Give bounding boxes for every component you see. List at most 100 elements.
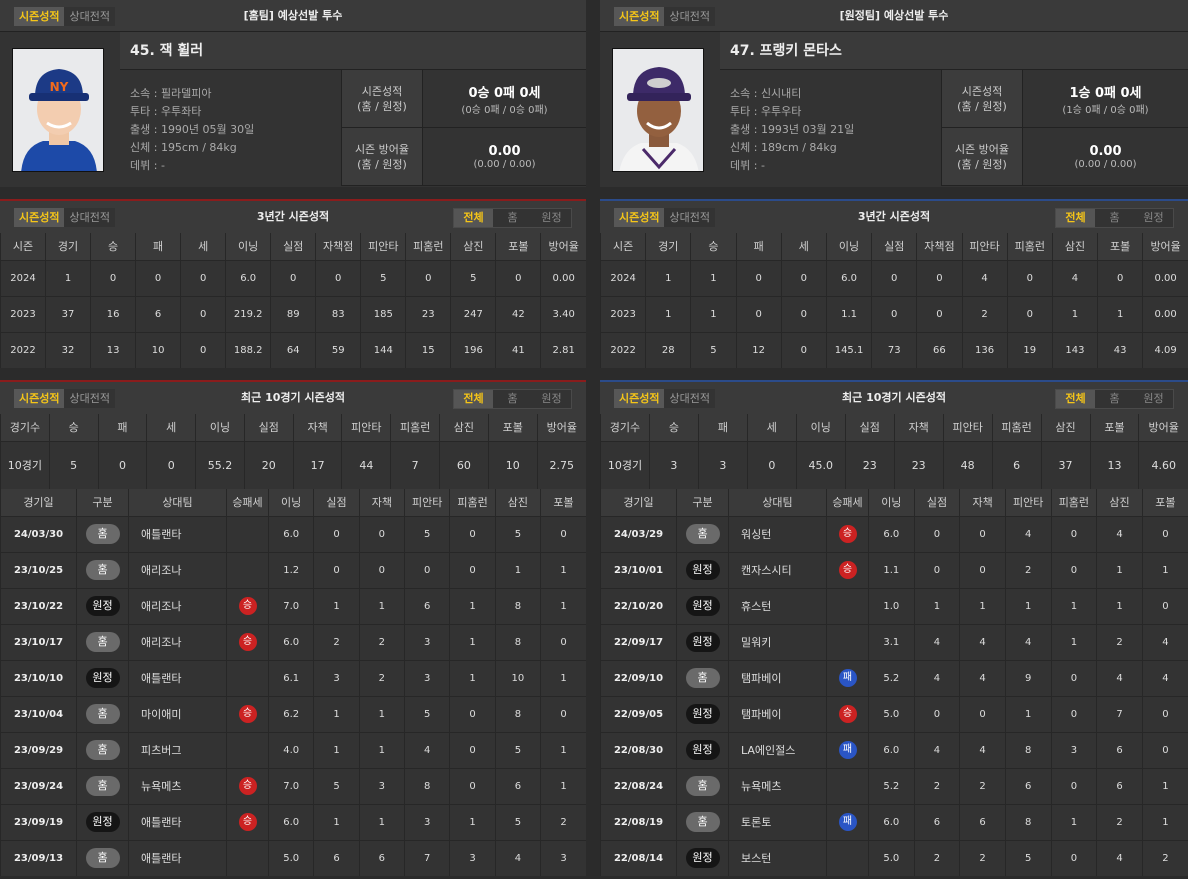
table-cell: 0	[780, 331, 827, 368]
tab-season-stats[interactable]: 시즌성적	[14, 389, 65, 408]
game-row[interactable]: 22/08/19 홈 토론토 패 6.0 6 6 8 1 2 1	[600, 803, 1188, 840]
tab-head-to-head[interactable]: 상대전적	[664, 208, 715, 227]
opponent-team[interactable]: LA에인절스	[728, 731, 827, 768]
opponent-team[interactable]: 애리조나	[128, 551, 227, 588]
stat-cell: 1	[313, 695, 360, 732]
opponent-team[interactable]: 마이애미	[128, 695, 227, 732]
game-row[interactable]: 23/10/25 홈 애리조나 1.2 0 0 0 0 1 1	[0, 551, 586, 588]
home-away-badge: 원정	[685, 848, 720, 869]
home-away-filter[interactable]: 전체 홈 원정	[453, 208, 572, 228]
opponent-team[interactable]: 보스턴	[728, 839, 827, 876]
stat-cell: 5.2	[868, 767, 915, 804]
game-row[interactable]: 23/09/13 홈 애틀랜타 5.0 6 6 7 3 4 3	[0, 839, 586, 876]
game-row[interactable]: 23/09/24 홈 뉴욕메츠 승 7.0 5 3 8 0 6 1	[0, 767, 586, 804]
game-type-cell: 홈	[76, 515, 129, 552]
stat-cell: 1	[540, 587, 586, 624]
game-row[interactable]: 22/08/30 원정 LA에인절스 패 6.0 4 4 8 3 6 0	[600, 731, 1188, 768]
tab-head-to-head[interactable]: 상대전적	[64, 389, 115, 408]
tab-head-to-head[interactable]: 상대전적	[64, 7, 115, 26]
opponent-team[interactable]: 애틀랜타	[128, 659, 227, 696]
tab-season-stats[interactable]: 시즌성적	[614, 389, 665, 408]
home-away-filter[interactable]: 전체 홈 원정	[1055, 389, 1174, 409]
game-row[interactable]: 22/08/24 홈 뉴욕메츠 5.2 2 2 6 0 6 1	[600, 767, 1188, 804]
home-away-filter[interactable]: 전체 홈 원정	[1055, 208, 1174, 228]
opponent-team[interactable]: 토론토	[728, 803, 827, 840]
stat-cell: 0	[1141, 587, 1188, 624]
tab-season-stats[interactable]: 시즌성적	[14, 7, 65, 26]
opponent-team[interactable]: 애리조나	[128, 587, 227, 624]
opponent-team[interactable]: 뉴욕메츠	[128, 767, 227, 804]
filter-option[interactable]: 원정	[1134, 390, 1173, 408]
stat-cell: 6.0	[868, 731, 915, 768]
tab-head-to-head[interactable]: 상대전적	[664, 7, 715, 26]
game-row[interactable]: 24/03/30 홈 애틀랜타 6.0 0 0 5 0 5 0	[0, 515, 586, 552]
column-header: 구분	[676, 489, 729, 516]
game-row[interactable]: 24/03/29 홈 워싱턴 승 6.0 0 0 4 0 4 0	[600, 515, 1188, 552]
decision-cell: 승	[226, 803, 269, 840]
opponent-team[interactable]: 애리조나	[128, 623, 227, 660]
filter-option[interactable]: 원정	[532, 209, 571, 227]
stat-cell: 4	[1096, 839, 1143, 876]
game-row[interactable]: 23/09/29 홈 피츠버그 4.0 1 1 4 0 5 1	[0, 731, 586, 768]
filter-option[interactable]: 홈	[493, 209, 532, 227]
opponent-team[interactable]: 휴스턴	[728, 587, 827, 624]
game-type-cell: 원정	[676, 839, 729, 876]
tab-season-stats[interactable]: 시즌성적	[614, 7, 665, 26]
stat-cell: 0	[449, 515, 496, 552]
filter-option[interactable]: 전체	[1056, 390, 1095, 408]
game-date: 23/09/29	[0, 731, 77, 768]
player-name: 47. 프랭키 몬타스	[720, 32, 1188, 70]
tab-season-stats[interactable]: 시즌성적	[614, 208, 665, 227]
filter-option[interactable]: 홈	[1095, 209, 1134, 227]
opponent-team[interactable]: 탬파베이	[728, 695, 827, 732]
game-row[interactable]: 22/10/20 원정 휴스턴 1.0 1 1 1 1 1 0	[600, 587, 1188, 624]
opponent-team[interactable]: 피츠버그	[128, 731, 227, 768]
opponent-team[interactable]: 밀워키	[728, 623, 827, 660]
home-away-filter[interactable]: 전체 홈 원정	[453, 389, 572, 409]
table-cell: 55.2	[195, 440, 245, 489]
game-row[interactable]: 23/09/19 원정 애틀랜타 승 6.0 1 1 3 1 5 2	[0, 803, 586, 840]
stat-cell: 8	[404, 767, 450, 804]
game-row[interactable]: 22/09/10 홈 탬파베이 패 5.2 4 4 9 0 4 4	[600, 659, 1188, 696]
filter-option[interactable]: 전체	[454, 390, 493, 408]
tab-head-to-head[interactable]: 상대전적	[664, 389, 715, 408]
away-pitcher-column: 시즌성적 상대전적 [원정팀] 예상선발 투수 47. 프랭키 몬타스 소속 :…	[599, 0, 1188, 876]
stat-cell: 0	[913, 695, 960, 732]
game-row[interactable]: 23/10/04 홈 마이애미 승 6.2 1 1 5 0 8 0	[0, 695, 586, 732]
stat-cell: 0	[540, 515, 586, 552]
game-row[interactable]: 23/10/10 원정 애틀랜타 6.1 3 2 3 1 10 1	[0, 659, 586, 696]
stat-cell: 1	[313, 587, 360, 624]
table-cell: 0	[495, 259, 541, 296]
stat-cell: 0	[540, 695, 586, 732]
filter-option[interactable]: 전체	[454, 209, 493, 227]
tab-head-to-head[interactable]: 상대전적	[64, 208, 115, 227]
tab-season-stats[interactable]: 시즌성적	[14, 208, 65, 227]
table-cell: 1	[645, 259, 691, 296]
game-row[interactable]: 22/09/17 원정 밀워키 3.1 4 4 4 1 2 4	[600, 623, 1188, 660]
opponent-team[interactable]: 뉴욕메츠	[728, 767, 827, 804]
table-cell: 0	[90, 259, 136, 296]
opponent-team[interactable]: 애틀랜타	[128, 839, 227, 876]
opponent-team[interactable]: 애틀랜타	[128, 803, 227, 840]
filter-option[interactable]: 전체	[1056, 209, 1095, 227]
filter-option[interactable]: 홈	[1095, 390, 1134, 408]
filter-option[interactable]: 홈	[493, 390, 532, 408]
game-row[interactable]: 22/08/14 원정 보스턴 5.0 2 2 5 0 4 2	[600, 839, 1188, 876]
filter-option[interactable]: 원정	[532, 390, 571, 408]
column-header: 상대팀	[728, 489, 827, 516]
stat-cell: 8	[1004, 731, 1052, 768]
opponent-team[interactable]: 애틀랜타	[128, 515, 227, 552]
opponent-team[interactable]: 탬파베이	[728, 659, 827, 696]
game-row[interactable]: 23/10/17 홈 애리조나 승 6.0 2 2 3 1 8 0	[0, 623, 586, 660]
game-row[interactable]: 22/09/05 원정 탬파베이 승 5.0 0 0 1 0 7 0	[600, 695, 1188, 732]
game-row[interactable]: 23/10/22 원정 애리조나 승 7.0 1 1 6 1 8 1	[0, 587, 586, 624]
filter-option[interactable]: 원정	[1134, 209, 1173, 227]
table-cell: 4.09	[1142, 331, 1188, 368]
opponent-team[interactable]: 워싱턴	[728, 515, 827, 552]
stat-cell: 4	[404, 731, 450, 768]
stat-cell: 6.2	[267, 695, 314, 732]
game-row[interactable]: 23/10/01 원정 캔자스시티 승 1.1 0 0 2 0 1 1	[600, 551, 1188, 588]
stat-cell: 4	[1141, 659, 1188, 696]
column-header: 방어율	[540, 233, 586, 260]
opponent-team[interactable]: 캔자스시티	[728, 551, 827, 588]
